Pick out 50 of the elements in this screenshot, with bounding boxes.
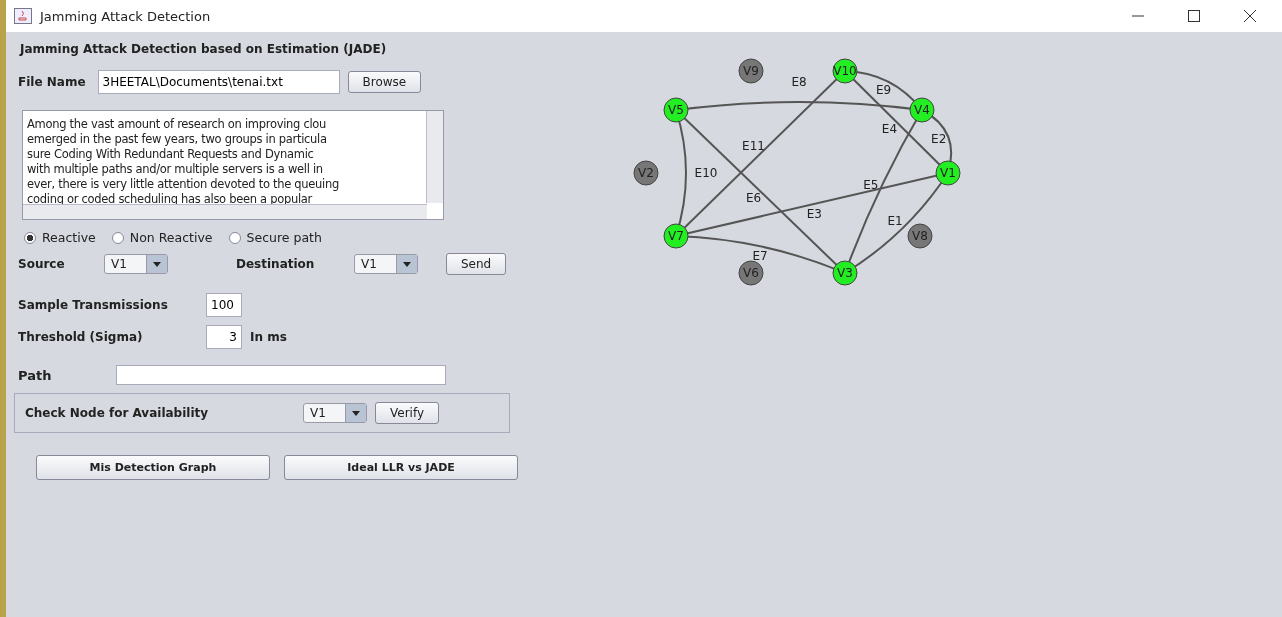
file-name-field[interactable]: 3HEETAL\Documents\tenai.txt [97,70,340,94]
text-line: ever, there is very little attention devoted to the queuing [27,177,340,192]
graph-node: V4 [909,97,935,123]
app-heading: Jamming Attack Detection based on Estimation (JADE) [20,42,388,56]
destination-label: Destination [236,257,316,271]
sample-transmissions-field[interactable]: 100 [206,293,242,317]
radio-label[interactable]: Secure path [246,230,322,245]
send-button[interactable]: Send [446,253,507,275]
threshold-label: Threshold (Sigma) [18,330,144,344]
edge-label: E9 [875,83,892,97]
graph-node: V6 [738,260,764,286]
destination-dropdown[interactable]: V1 [354,254,418,274]
radio-label[interactable]: Reactive [42,230,96,245]
edge-label: E3 [806,206,822,221]
edge-label: E5 [863,178,879,192]
graph-button[interactable]: Ideal LLR vs JADE [284,455,518,480]
file-name-label: File Name [18,75,86,89]
edge-label: E11 [742,138,765,153]
source-dropdown[interactable]: V1 [104,254,168,274]
source-label: Source [18,257,66,271]
graph-node: V5 [663,97,689,123]
edge-label: E10 [694,165,718,180]
sample-transmissions-label: Sample Transmissions [18,298,169,312]
graph-node: V10 [832,58,858,84]
edge-label: E2 [931,132,947,147]
check-node-label: Check Node for Availability [25,406,210,420]
edge-label: E1 [887,214,903,229]
graph-node: V2 [633,160,659,186]
graph-node: V1 [935,160,961,186]
text-line: sure Coding With Redundant Requests and Dynamic [27,147,315,162]
edge-label: E6 [745,191,762,206]
edge-label: E4 [881,121,898,136]
text-line: Among the vast amount of research on improving clou [27,117,328,132]
radio-label[interactable]: Non Reactive [129,230,213,245]
graph-node: V8 [907,223,933,249]
edge-label: E8 [791,74,807,89]
text-line: with multiple paths and/or multiple servers is a well in [27,162,324,177]
threshold-field[interactable]: 3 [206,325,242,349]
graph-button[interactable]: Mis Detection Graph [36,455,270,480]
graph-node: V7 [663,223,689,249]
edge-label: E7 [752,248,768,263]
browse-button[interactable]: Browse [347,71,422,93]
graph-node: V9 [738,58,764,84]
node-dropdown[interactable]: V1 [303,403,367,423]
verify-button[interactable]: Verify [375,402,440,424]
text-line: emerged in the past few years, two groups in particula [27,132,328,147]
path-label: Path [18,367,53,383]
graph-node: V3 [832,260,858,286]
window-title: Jamming Attack Detection [40,8,211,24]
unit-label: In ms [250,330,287,344]
